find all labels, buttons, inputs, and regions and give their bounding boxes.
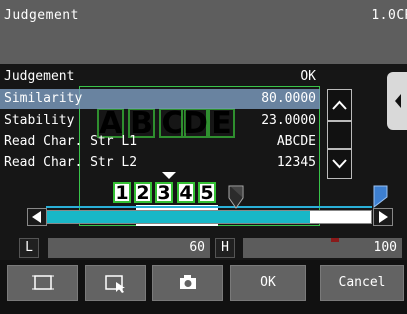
result-row-similarity[interactable]: Similarity 80.0000 [0, 89, 320, 109]
result-label: Judgement [4, 69, 75, 84]
upper-limit-label: H [215, 238, 235, 258]
char-box: 1 [113, 182, 131, 203]
triangle-right-icon [379, 211, 388, 223]
result-row-read-str-l2[interactable]: Read Char. Str L2 12345 [0, 153, 320, 173]
threshold-slider-fill [47, 211, 310, 223]
scroll-middle-panel [327, 121, 352, 149]
side-panel-tab[interactable] [387, 72, 407, 130]
result-value: 80.0000 [261, 91, 316, 106]
char-box: 4 [177, 182, 195, 203]
frame-icon [32, 275, 54, 290]
page-title: Judgement [4, 8, 79, 23]
result-row-judgement: Judgement OK [0, 67, 320, 87]
result-value: 23.0000 [261, 113, 316, 128]
result-value: ABCDE [276, 134, 316, 149]
lower-limit-label: L [19, 238, 39, 258]
camera-icon [180, 275, 196, 289]
scroll-up-button[interactable] [327, 89, 352, 121]
upper-limit-field[interactable]: 100 [243, 238, 402, 258]
result-label: Similarity [4, 91, 83, 106]
char-box: 2 [134, 182, 152, 203]
result-label: Stability [4, 113, 75, 128]
result-value: 12345 [276, 155, 316, 170]
chevron-up-icon [332, 100, 347, 110]
cursor-select-icon [105, 275, 125, 293]
slider-top-line [46, 206, 372, 208]
result-label: Read Char. Str L1 [4, 134, 138, 149]
lower-limit-handle[interactable] [228, 185, 246, 211]
triangle-left-icon [32, 211, 41, 223]
scroll-down-button[interactable] [327, 149, 352, 179]
slider-right-button[interactable] [373, 208, 393, 226]
upper-limit-handle[interactable] [373, 185, 391, 209]
capture-image-button[interactable] [152, 265, 223, 301]
title-bar: Judgement 1.0CR [0, 0, 407, 64]
triangle-left-icon [395, 94, 401, 108]
slider-left-button[interactable] [27, 208, 47, 226]
result-row-stability[interactable]: Stability 23.0000 [0, 111, 320, 131]
result-value: OK [300, 69, 316, 84]
chevron-down-icon [332, 159, 347, 169]
measured-value-marker [331, 238, 340, 242]
result-label: Read Char. Str L2 [4, 155, 138, 170]
char-box: 5 [198, 182, 216, 203]
result-row-read-str-l1[interactable]: Read Char. Str L1 ABCDE [0, 132, 320, 152]
fit-display-button[interactable] [7, 265, 78, 301]
cancel-button[interactable]: Cancel [320, 265, 404, 301]
lower-limit-field[interactable]: 60 [48, 238, 210, 258]
select-region-button[interactable] [85, 265, 146, 301]
char-box: 3 [155, 182, 173, 203]
title-value: 1.0CR [371, 8, 407, 23]
ok-button[interactable]: OK [230, 265, 306, 301]
